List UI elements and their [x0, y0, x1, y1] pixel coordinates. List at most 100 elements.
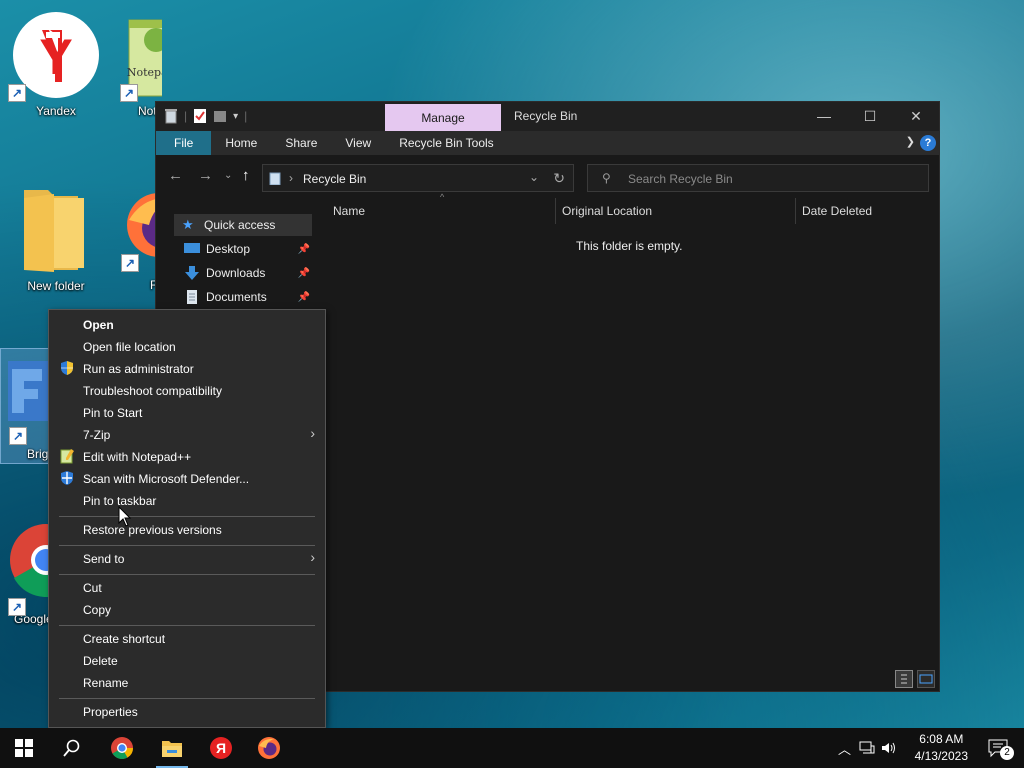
- desktop-icon-brig[interactable]: ↗ Brig: [0, 348, 52, 464]
- large-icons-view-icon: [919, 674, 933, 684]
- search-button[interactable]: [48, 728, 96, 768]
- menu-item-open-file-location[interactable]: Open file location: [83, 337, 176, 357]
- menu-item-send-to[interactable]: Send to: [83, 549, 124, 569]
- context-menu: Open Open file location Run as administr…: [48, 309, 326, 728]
- desktop-icon-new-folder[interactable]: New folder: [12, 184, 100, 293]
- up-arrow-icon[interactable]: ↑: [242, 167, 250, 184]
- column-divider[interactable]: [795, 198, 796, 224]
- refresh-icon[interactable]: ↻: [553, 170, 565, 187]
- recent-locations-icon[interactable]: ⌄: [224, 170, 232, 181]
- properties-icon[interactable]: [193, 108, 207, 124]
- column-header-name[interactable]: Name: [333, 198, 365, 224]
- taskbar: Я ︿ 6:08 AM 4/13/2023 2: [0, 728, 1024, 768]
- back-arrow-icon[interactable]: ←: [168, 167, 183, 184]
- forward-arrow-icon[interactable]: →: [198, 167, 213, 184]
- ribbon-tabs: File Home Share View Recycle Bin Tools ❯…: [156, 131, 939, 155]
- file-explorer-icon: [162, 741, 182, 757]
- taskbar-firefox-button[interactable]: [245, 728, 293, 768]
- recycle-bin-icon: [165, 109, 177, 124]
- shortcut-arrow-icon: ↗: [9, 427, 27, 445]
- menu-item-pin-to-start[interactable]: Pin to Start: [83, 403, 142, 423]
- pin-icon[interactable]: 📌: [298, 292, 310, 303]
- desktop-icon-label: F: [150, 278, 156, 292]
- address-bar[interactable]: › Recycle Bin ⌄ ↻: [262, 164, 574, 192]
- large-icons-view-button[interactable]: [917, 670, 935, 688]
- desktop-icon-firefox[interactable]: ↗ F: [110, 190, 156, 292]
- pin-icon[interactable]: 📌: [298, 268, 310, 279]
- column-divider[interactable]: [555, 198, 556, 224]
- menu-item-run-as-administrator[interactable]: Run as administrator: [83, 359, 194, 379]
- search-box[interactable]: ⚲ Search Recycle Bin: [587, 164, 929, 192]
- action-center-button[interactable]: 2: [988, 738, 1014, 761]
- menu-item-properties[interactable]: Properties: [83, 702, 138, 722]
- column-header-date-deleted[interactable]: Date Deleted: [802, 198, 872, 224]
- menu-item-scan-with-microsoft-defender[interactable]: Scan with Microsoft Defender...: [83, 469, 249, 489]
- sidebar-item-label: Documents: [206, 290, 267, 304]
- clock[interactable]: 6:08 AM 4/13/2023: [915, 731, 968, 765]
- folder-icon: [24, 190, 84, 272]
- clock-time: 6:08 AM: [919, 732, 964, 746]
- desktop-icon-google-chrome[interactable]: ↗ Google: [0, 520, 50, 626]
- shortcut-arrow-icon: ↗: [8, 598, 26, 616]
- sidebar-item-label: Downloads: [206, 266, 266, 280]
- tab-file[interactable]: File: [156, 131, 212, 155]
- window-title: Recycle Bin: [514, 109, 578, 123]
- address-text: Recycle Bin: [303, 172, 367, 186]
- network-icon[interactable]: [859, 741, 875, 755]
- sidebar-item-quick-access[interactable]: ★ Quick access: [174, 214, 312, 236]
- notepad-plus-plus-icon: [60, 449, 74, 464]
- desktop-icon: [184, 243, 200, 253]
- taskbar-chrome-button[interactable]: [98, 728, 146, 768]
- menu-item-7-zip[interactable]: 7-Zip: [83, 425, 110, 445]
- details-view-button[interactable]: [895, 670, 913, 688]
- menu-separator: [59, 625, 315, 626]
- menu-item-rename[interactable]: Rename: [83, 673, 128, 693]
- sidebar-item-desktop[interactable]: Desktop 📌: [176, 238, 312, 260]
- menu-item-copy[interactable]: Copy: [83, 600, 111, 620]
- pin-icon[interactable]: 📌: [298, 244, 310, 255]
- menu-item-edit-with-notepad-plus-plus[interactable]: Edit with Notepad++: [83, 447, 191, 467]
- close-button[interactable]: ✕: [893, 102, 939, 131]
- new-folder-icon[interactable]: [213, 108, 227, 124]
- expand-ribbon-icon[interactable]: ❯: [906, 135, 915, 148]
- desktop-icon-yandex[interactable]: Y ↗ Yandex: [8, 10, 100, 118]
- sidebar-item-documents[interactable]: Documents 📌: [176, 286, 312, 308]
- taskbar-file-explorer-button[interactable]: [148, 728, 196, 768]
- sidebar-item-downloads[interactable]: Downloads 📌: [176, 262, 312, 284]
- chrome-icon: [111, 737, 133, 759]
- system-tray: ︿: [838, 728, 897, 768]
- search-placeholder: Search Recycle Bin: [628, 172, 733, 186]
- menu-item-delete[interactable]: Delete: [83, 651, 118, 671]
- volume-icon[interactable]: [881, 741, 897, 755]
- sidebar-item-label: Quick access: [204, 218, 276, 232]
- empty-folder-message: This folder is empty.: [576, 239, 683, 253]
- maximize-button[interactable]: ☐: [847, 102, 893, 131]
- customize-toolbar-icon[interactable]: ▾: [233, 111, 238, 122]
- tab-share[interactable]: Share: [271, 131, 331, 155]
- column-header-original-location[interactable]: Original Location: [562, 198, 652, 224]
- svg-text:Notepad++: Notepad++: [127, 66, 162, 79]
- show-hidden-icons-chevron-up-icon[interactable]: ︿: [838, 739, 851, 758]
- chevron-down-icon[interactable]: ⌄: [529, 170, 539, 184]
- title-bar[interactable]: | ▾ | Manage Recycle Bin — ☐ ✕: [156, 102, 939, 131]
- menu-item-open[interactable]: Open: [83, 315, 114, 335]
- tab-recycle-bin-tools[interactable]: Recycle Bin Tools: [385, 131, 508, 155]
- minimize-button[interactable]: —: [801, 102, 847, 131]
- menu-item-troubleshoot-compatibility[interactable]: Troubleshoot compatibility: [83, 381, 222, 401]
- tab-view[interactable]: View: [331, 131, 385, 155]
- menu-separator: [59, 516, 315, 517]
- menu-item-cut[interactable]: Cut: [83, 578, 102, 598]
- menu-separator: [59, 545, 315, 546]
- taskbar-yandex-button[interactable]: Я: [197, 728, 245, 768]
- start-icon: [15, 739, 33, 757]
- tab-manage[interactable]: Manage: [385, 104, 501, 131]
- start-button[interactable]: [0, 728, 48, 768]
- menu-item-create-shortcut[interactable]: Create shortcut: [83, 629, 165, 649]
- desktop-icon-notepad[interactable]: Notepad++ ↗ Not: [104, 10, 162, 118]
- file-list: ^ Name Original Location Date Deleted Th…: [316, 192, 939, 653]
- details-view-icon: [901, 674, 907, 684]
- help-icon[interactable]: ?: [920, 135, 936, 151]
- tab-home[interactable]: Home: [211, 131, 271, 155]
- menu-item-restore-previous-versions[interactable]: Restore previous versions: [83, 520, 222, 540]
- recycle-bin-icon: [269, 172, 281, 185]
